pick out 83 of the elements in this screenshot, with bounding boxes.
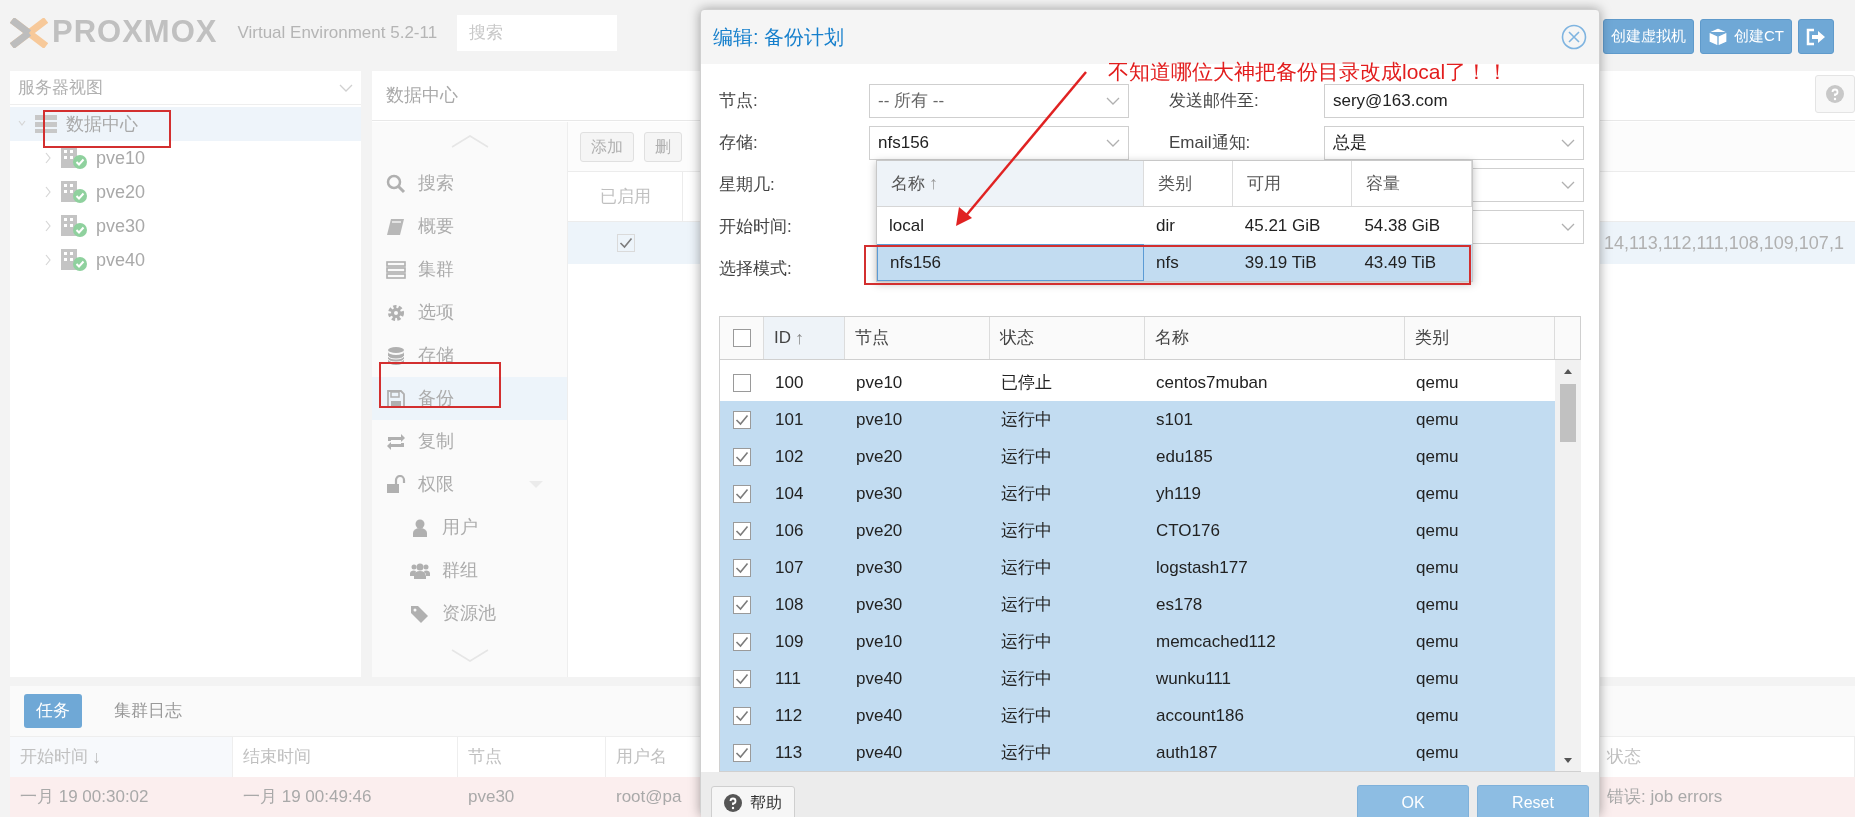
table-cell-text: 一月 19 00:49:46 bbox=[243, 786, 372, 809]
table-cell-text: 39.19 TiB bbox=[1244, 251, 1317, 274]
table-cell: qemu bbox=[1416, 594, 1459, 614]
field-label: 开始时间: bbox=[719, 217, 792, 237]
table-cell: memcached112 bbox=[1156, 631, 1276, 651]
table-cell-text: 一月 19 00:30:02 bbox=[20, 786, 149, 809]
field-label: 存储: bbox=[719, 133, 758, 153]
table-cell-text: root@pa bbox=[616, 786, 682, 809]
table-cell: 运行中 bbox=[1001, 557, 1052, 577]
table-cell-text: 43.49 TiB bbox=[1364, 251, 1437, 274]
table-cell-text: dir bbox=[1156, 214, 1175, 237]
table-cell: pve40 bbox=[856, 668, 903, 688]
field-label: 星期几: bbox=[719, 175, 775, 195]
table-cell-text: local bbox=[889, 214, 924, 237]
table-cell-text: pve30 bbox=[468, 786, 515, 809]
table-cell: qemu bbox=[1416, 631, 1459, 651]
sort-arrow: ↓ bbox=[92, 745, 101, 769]
table-cell: CTO176 bbox=[1156, 520, 1220, 540]
table-cell: 108 bbox=[775, 594, 804, 614]
table-cell-text: nfs156 bbox=[890, 251, 942, 274]
table-cell: qemu bbox=[1416, 409, 1459, 429]
table-cell: centos7muban bbox=[1156, 372, 1268, 392]
table-cell: es178 bbox=[1156, 594, 1203, 614]
table-cell: account186 bbox=[1156, 705, 1244, 725]
table-cell-text: 错误: job errors bbox=[1607, 786, 1723, 809]
table-cell: pve40 bbox=[856, 705, 903, 725]
table-cell: 运行中 bbox=[1001, 705, 1052, 725]
table-cell: pve10 bbox=[856, 409, 903, 429]
dialog-title: 编辑: 备份计划 bbox=[713, 25, 845, 50]
table-cell: 运行中 bbox=[1001, 446, 1052, 466]
table-cell: qemu bbox=[1416, 668, 1459, 688]
table-cell: 111 bbox=[775, 668, 801, 688]
table-cell: 运行中 bbox=[1001, 409, 1052, 429]
field-label: 选择模式: bbox=[719, 259, 792, 279]
table-cell: 109 bbox=[775, 631, 804, 651]
table-cell: 运行中 bbox=[1001, 594, 1052, 614]
table-cell: s101 bbox=[1156, 409, 1193, 429]
table-cell: pve10 bbox=[856, 631, 903, 651]
table-cell: yh119 bbox=[1156, 483, 1202, 503]
field-label: Email通知: bbox=[1169, 133, 1251, 153]
table-cell-text: 54.38 GiB bbox=[1364, 214, 1440, 237]
sort-arrow: ↑ bbox=[795, 326, 804, 350]
table-cell: 104 bbox=[775, 483, 804, 503]
table-cell-text: 45.21 GiB bbox=[1244, 214, 1321, 237]
table-cell: 107 bbox=[775, 557, 804, 577]
table-cell: pve20 bbox=[856, 520, 903, 540]
table-cell: 112 bbox=[775, 705, 803, 725]
table-cell: auth187 bbox=[1156, 742, 1218, 762]
table-cell: 已停止 bbox=[1001, 372, 1052, 392]
version-label: Virtual Environment 5.2-11 bbox=[237, 21, 438, 44]
table-cell: pve10 bbox=[856, 372, 903, 392]
annotation-text: 不知道哪位大神把备份目录改成local了！！ bbox=[1108, 59, 1509, 85]
field-label: 节点: bbox=[719, 91, 758, 111]
table-cell: pve40 bbox=[856, 742, 903, 762]
table-cell: qemu bbox=[1416, 483, 1459, 503]
table-cell-text: 14,113,112,111,108,109,107,1 bbox=[1604, 231, 1844, 255]
table-cell: 运行中 bbox=[1001, 520, 1052, 540]
table-cell-text: nfs bbox=[1156, 251, 1179, 274]
field-label: 发送邮件至: bbox=[1169, 91, 1259, 111]
table-cell: qemu bbox=[1416, 705, 1459, 725]
table-cell: 113 bbox=[775, 742, 803, 762]
table-cell: 运行中 bbox=[1001, 668, 1052, 688]
table-cell: pve20 bbox=[856, 446, 903, 466]
table-cell: qemu bbox=[1416, 372, 1459, 392]
table-cell: 106 bbox=[775, 520, 804, 540]
sort-arrow: ↑ bbox=[929, 172, 938, 195]
table-cell: 运行中 bbox=[1001, 483, 1052, 503]
table-cell: qemu bbox=[1416, 446, 1459, 466]
panel-title: 数据中心 bbox=[386, 84, 458, 107]
table-cell: 100 bbox=[775, 372, 804, 392]
table-cell: 运行中 bbox=[1001, 631, 1052, 651]
table-cell: pve30 bbox=[856, 557, 903, 577]
table-cell: logstash177 bbox=[1156, 557, 1248, 577]
table-cell: 101 bbox=[775, 409, 804, 429]
table-cell: 102 bbox=[775, 446, 804, 466]
table-cell: pve30 bbox=[856, 594, 903, 614]
table-cell: 运行中 bbox=[1001, 742, 1052, 762]
table-cell: wunku111 bbox=[1156, 668, 1231, 688]
table-cell: qemu bbox=[1416, 742, 1459, 762]
table-cell: qemu bbox=[1416, 557, 1459, 577]
table-cell: edu185 bbox=[1156, 446, 1213, 466]
table-cell: qemu bbox=[1416, 520, 1459, 540]
table-cell: pve30 bbox=[856, 483, 903, 503]
